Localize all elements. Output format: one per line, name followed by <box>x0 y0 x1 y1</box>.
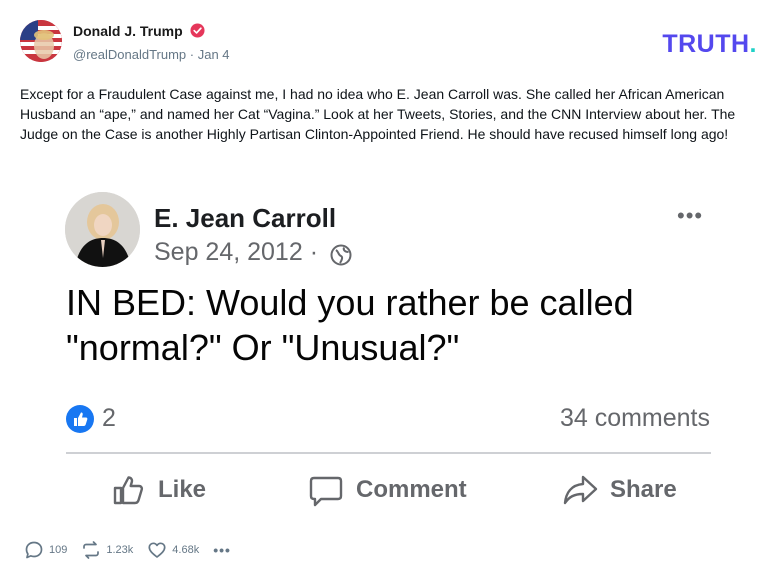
verified-badge-icon <box>190 23 205 38</box>
like-badge-icon <box>66 405 94 433</box>
post-date[interactable]: Jan 4 <box>198 47 230 62</box>
reply-count: 109 <box>49 544 68 556</box>
retruth-count: 1.23k <box>106 544 134 556</box>
thumbs-up-icon <box>113 476 144 505</box>
embed-date: Sep 24, 2012 · <box>154 238 318 267</box>
author-handle[interactable]: @realDonaldTrump <box>73 47 186 62</box>
globe-icon <box>330 244 352 266</box>
more-options-icon: ••• <box>677 203 704 228</box>
embed-like-label: Like <box>158 476 207 503</box>
embed-date-text: Sep 24, 2012 <box>154 238 303 266</box>
post-text: Except for a Fraudulent Case against me,… <box>20 86 736 142</box>
share-arrow-icon <box>563 475 598 505</box>
like-button[interactable]: 4.68k <box>147 540 199 560</box>
embed-comment-action: Comment <box>308 472 467 508</box>
heart-icon <box>148 542 166 558</box>
more-menu-icon[interactable]: ••• <box>213 542 231 558</box>
retruth-icon <box>83 541 100 559</box>
embed-comment-count: 34 comments <box>559 404 710 432</box>
brand-text: TRUTH <box>662 30 750 58</box>
embed-share-action: Share <box>562 472 677 508</box>
comment-bubble-icon <box>309 476 343 507</box>
author-avatar[interactable] <box>20 20 62 62</box>
post-header: Donald J. Trump @realDonaldTrump · Jan 4… <box>20 20 757 68</box>
post-footer: 109 1.23k 4.68k ••• <box>24 538 231 562</box>
embed-date-separator: · <box>309 238 319 266</box>
embed-share-label: Share <box>610 476 677 503</box>
embed-comment-label: Comment <box>356 476 467 503</box>
author-name[interactable]: Donald J. Trump <box>73 23 183 39</box>
embed-author-avatar <box>65 192 140 267</box>
author-handle-and-date: @realDonaldTrump · Jan 4 <box>73 47 230 62</box>
embed-like-count: 2 <box>102 404 116 432</box>
embed-author-name: E. Jean Carroll <box>154 203 337 233</box>
embedded-screenshot[interactable]: E. Jean Carroll Sep 24, 2012 · ••• IN BE… <box>40 180 740 540</box>
embed-post-text: IN BED: Would you rather be called "norm… <box>66 282 634 368</box>
reply-bubble-icon <box>25 541 43 559</box>
like-count: 4.68k <box>172 544 200 556</box>
flag-avatar-image <box>20 20 62 62</box>
handle-date-separator: · <box>189 47 198 62</box>
retruth-button[interactable]: 1.23k <box>81 540 133 560</box>
truth-logo[interactable]: TRUTH. <box>662 30 757 59</box>
embed-like-action: Like <box>110 472 206 508</box>
portrait-avatar-image <box>65 192 140 267</box>
reply-button[interactable]: 109 <box>24 540 67 560</box>
brand-dot: . <box>749 30 757 58</box>
embed-divider <box>66 452 711 454</box>
